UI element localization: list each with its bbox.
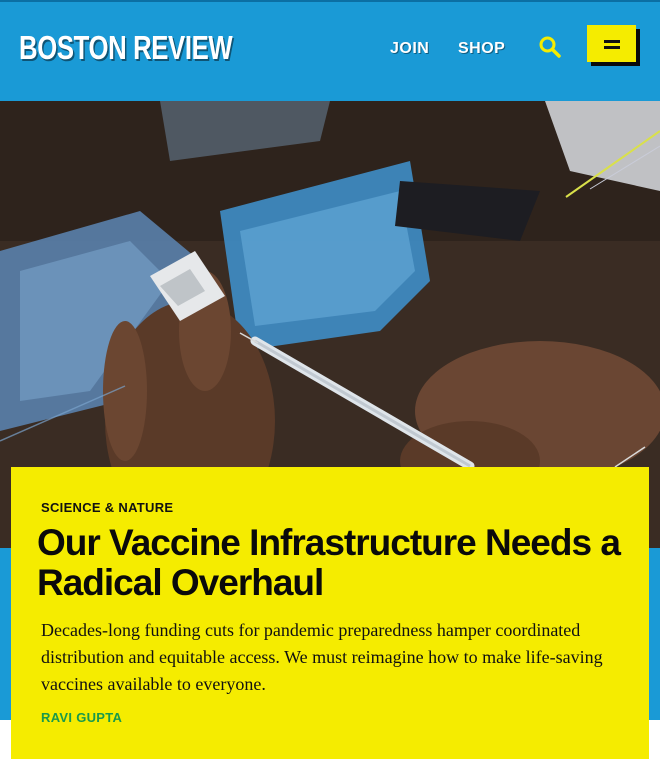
article-dek: Decades-long funding cuts for pandemic p…: [41, 620, 603, 694]
article-category[interactable]: SCIENCE & NATURE: [41, 500, 173, 515]
article-card: SCIENCE & NATURE Our Vaccine Infrastruct…: [11, 467, 649, 759]
menu-button[interactable]: [587, 25, 636, 62]
site-header: BOSTON REVIEW JOIN SHOP: [0, 0, 660, 101]
search-icon: [539, 36, 561, 58]
site-logo[interactable]: BOSTON REVIEW: [19, 29, 233, 67]
hamburger-line: [604, 46, 620, 49]
join-link[interactable]: JOIN: [390, 40, 429, 58]
hamburger-menu-icon: [604, 40, 620, 43]
search-button[interactable]: [538, 35, 562, 59]
article-author[interactable]: RAVI GUPTA: [41, 710, 122, 725]
shop-link[interactable]: SHOP: [458, 40, 505, 58]
article-title[interactable]: Our Vaccine Infrastructure Needs a Radic…: [37, 523, 637, 603]
